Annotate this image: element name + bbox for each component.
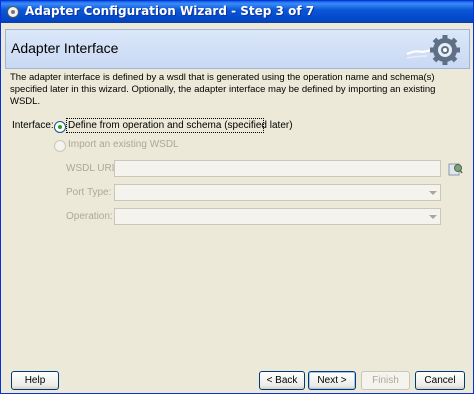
back-button[interactable]: < Back	[259, 371, 305, 390]
chevron-down-icon	[429, 215, 437, 219]
wizard-window: Adapter Configuration Wizard - Step 3 of…	[0, 0, 474, 394]
radio-define-label[interactable]: Define from operation and schema (specif…	[68, 120, 293, 131]
wsdl-url-field[interactable]	[114, 160, 441, 177]
radio-import-wsdl[interactable]	[54, 140, 66, 152]
back-button-label: < Back	[266, 375, 298, 386]
finish-button-label: Finish	[372, 375, 399, 386]
cancel-button[interactable]: Cancel	[415, 371, 465, 390]
help-button[interactable]: Help	[11, 371, 59, 390]
interface-label: Interface:	[12, 120, 54, 131]
port-type-label: Port Type:	[66, 187, 112, 198]
page-title: Adapter Interface	[11, 40, 119, 56]
radio-define-from-operation[interactable]	[54, 121, 66, 133]
port-type-combo[interactable]	[114, 184, 441, 201]
wizard-app-icon	[7, 6, 19, 18]
window-title: Adapter Configuration Wizard - Step 3 of…	[25, 4, 315, 18]
gear-connector-icon	[406, 35, 460, 65]
next-button-label: Next >	[317, 375, 347, 386]
operation-label: Operation:	[66, 211, 113, 222]
wizard-header: Adapter Interface	[5, 29, 470, 69]
finish-button[interactable]: Finish	[361, 371, 410, 390]
chevron-down-icon	[429, 191, 437, 195]
cancel-button-label: Cancel	[424, 375, 456, 386]
description-text: The adapter interface is defined by a ws…	[10, 72, 436, 107]
define-label-text: Define from operation and schema (specif…	[68, 120, 293, 131]
wsdl-url-label: WSDL URL:	[66, 163, 121, 174]
browse-wsdl-icon[interactable]	[448, 162, 463, 176]
next-button[interactable]: Next >	[308, 371, 356, 390]
title-bar[interactable]: Adapter Configuration Wizard - Step 3 of…	[1, 1, 473, 23]
operation-combo[interactable]	[114, 208, 441, 225]
radio-import-label[interactable]: Import an existing WSDL	[68, 139, 179, 150]
help-button-label: Help	[24, 375, 46, 386]
